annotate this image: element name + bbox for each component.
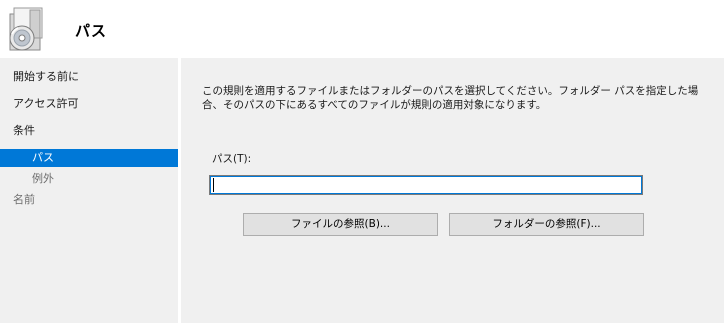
software-installer-icon (4, 4, 48, 54)
browse-folders-button[interactable]: フォルダーの参照(F)... (449, 213, 644, 236)
sidebar-item-name[interactable]: 名前 (13, 191, 35, 209)
browse-files-button[interactable]: ファイルの参照(B)... (243, 213, 438, 236)
sidebar-item-path[interactable]: パス (0, 149, 178, 167)
path-input[interactable] (209, 175, 643, 195)
wizard-header: パス (0, 0, 724, 58)
wizard-content: この規則を適用するファイルまたはフォルダーのパスを選択してください。フォルダー … (181, 58, 724, 323)
sidebar-item-exceptions[interactable]: 例外 (32, 170, 54, 188)
sidebar-item-before-you-begin[interactable]: 開始する前に (13, 68, 79, 86)
wizard-sidebar: 開始する前に アクセス許可 条件 パス 例外 名前 (0, 58, 178, 323)
sidebar-item-conditions[interactable]: 条件 (13, 122, 35, 140)
instruction-text: この規則を適用するファイルまたはフォルダーのパスを選択してください。フォルダー … (202, 85, 699, 111)
sidebar-item-permissions[interactable]: アクセス許可 (13, 95, 78, 113)
page-title: パス (75, 22, 108, 40)
text-caret (213, 178, 214, 192)
path-field-label: パス(T): (212, 153, 252, 165)
